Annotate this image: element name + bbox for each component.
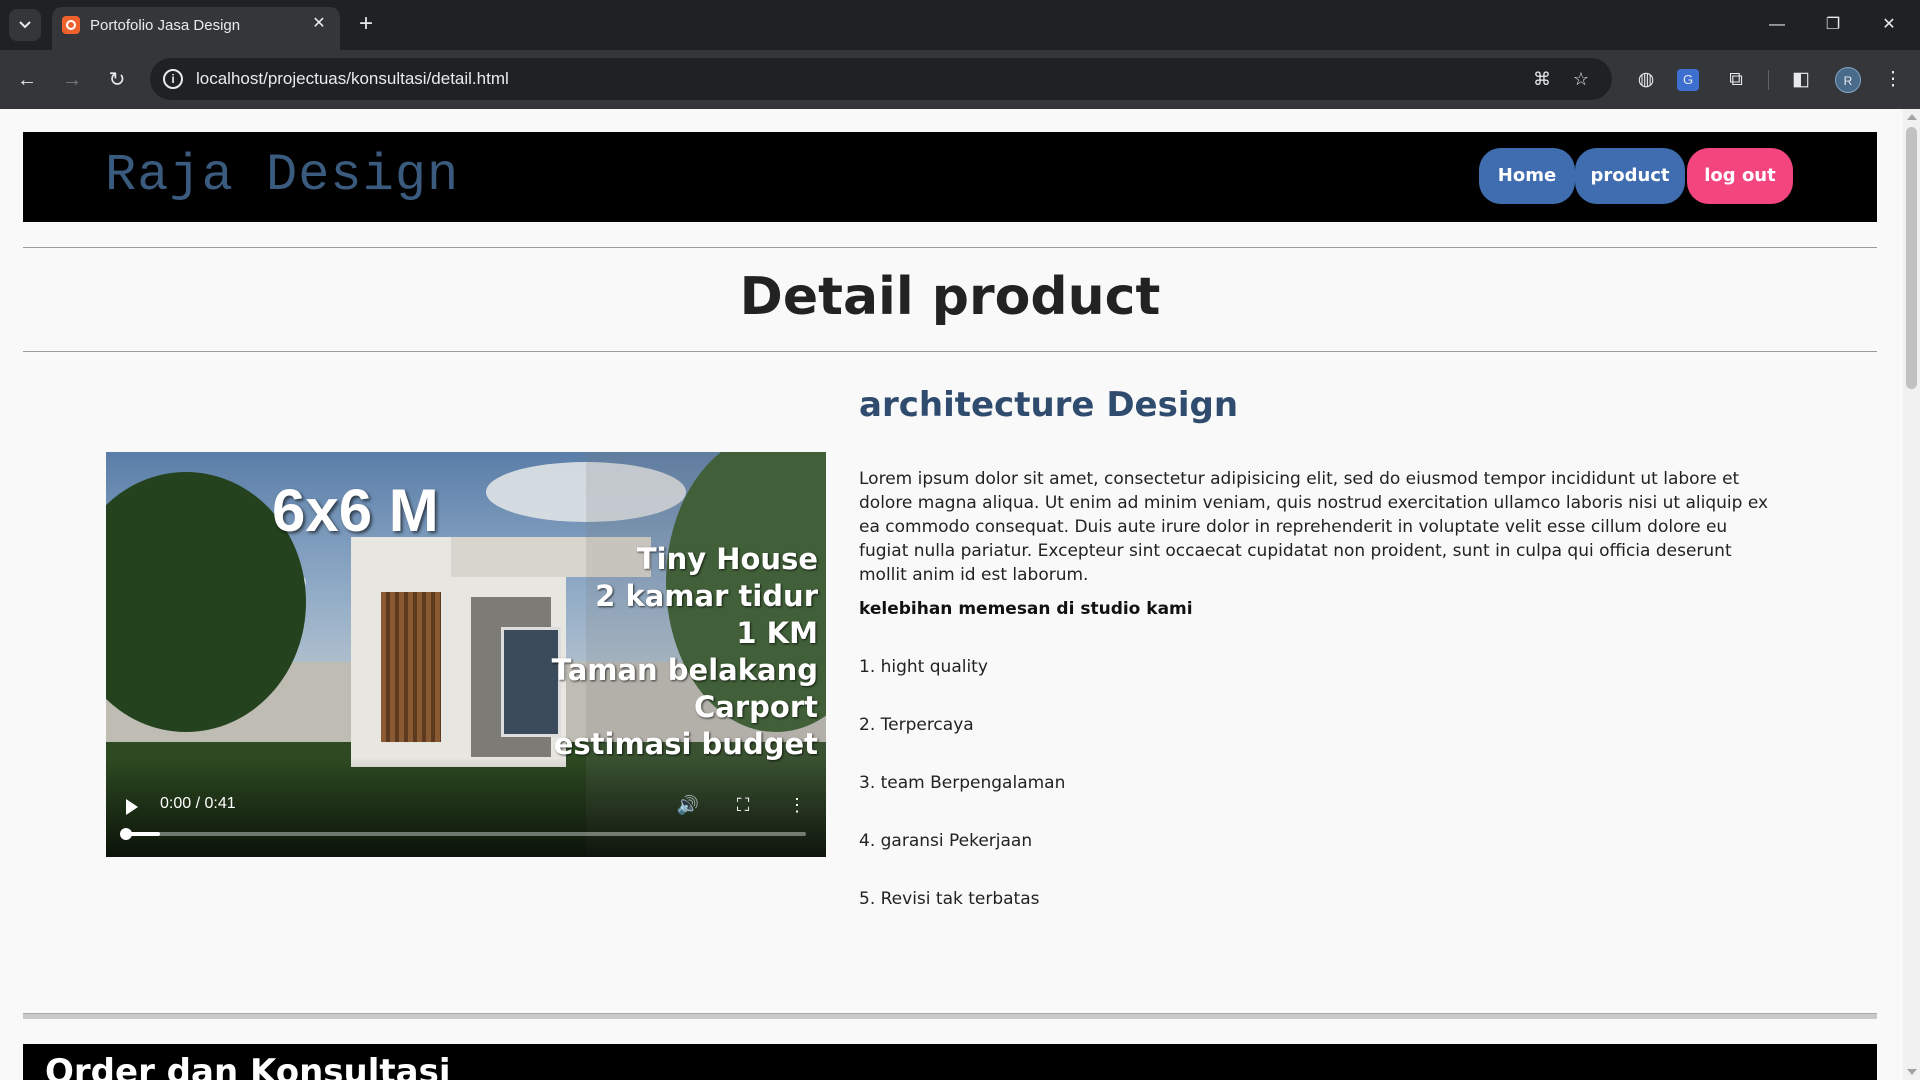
play-icon[interactable] [126,799,138,815]
scrollbar-thumb[interactable] [1906,127,1917,389]
video-feature-line: Taman belakang [551,653,818,687]
nav-logout-button[interactable]: log out [1687,148,1793,204]
page-scrollbar[interactable] [1903,109,1920,1080]
toolbar-divider [1768,70,1769,90]
back-arrow-icon[interactable]: ← [10,63,44,97]
fullscreen-icon[interactable]: ⛶ [731,793,755,817]
new-tab-button[interactable]: + [352,11,380,39]
scroll-up-arrow-icon[interactable] [1907,114,1917,120]
forward-arrow-icon[interactable]: → [55,63,89,97]
close-window-icon[interactable]: ✕ [1866,10,1912,40]
restore-icon[interactable]: ❐ [1810,10,1856,40]
url-text[interactable]: localhost/projectuas/konsultasi/detail.h… [196,69,509,89]
translate-icon[interactable]: ⌘ [1530,67,1554,91]
advantage-item: 3. team Berpengalaman [859,773,1066,793]
video-scrubber-handle[interactable] [120,828,132,840]
google-translate-extension-icon[interactable]: G [1677,69,1699,91]
divider [23,351,1877,352]
extensions-puzzle-icon[interactable]: ⧉ [1722,66,1750,94]
site-info-icon[interactable]: i [163,69,183,89]
tab-search-button[interactable] [9,9,41,41]
video-more-icon[interactable]: ⋮ [785,793,809,817]
browser-tab[interactable]: Portofolio Jasa Design ✕ [52,7,340,50]
site-brand[interactable]: Raja Design [105,146,459,205]
divider [23,1013,1877,1019]
address-bar[interactable]: i localhost/projectuas/konsultasi/detail… [150,58,1612,100]
video-feature-line: Carport [693,690,818,724]
advantage-item: 5. Revisi tak terbatas [859,889,1040,909]
reload-icon[interactable]: ↻ [100,63,134,97]
globe-icon[interactable]: ◍ [1632,66,1660,94]
browser-tab-bar: Portofolio Jasa Design ✕ + — ❐ ✕ [0,0,1920,50]
tab-title: Portofolio Jasa Design [90,17,241,34]
volume-icon[interactable]: 🔊 [676,793,700,817]
minimize-icon[interactable]: — [1754,10,1800,40]
video-time: 0:00 / 0:41 [160,795,236,812]
video-progress-bar[interactable] [126,832,806,836]
order-section-header: Order dan Konsultasi [23,1044,1877,1080]
profile-avatar[interactable]: R [1835,67,1861,93]
bookmark-star-icon[interactable]: ☆ [1569,67,1593,91]
advantage-item: 2. Terpercaya [859,715,974,735]
video-feature-line: estimasi budget [553,727,818,761]
nav-home-button[interactable]: Home [1479,148,1575,204]
page-viewport: Raja Design Home product log out Detail … [0,109,1920,1080]
scroll-down-arrow-icon[interactable] [1907,1069,1917,1075]
browser-toolbar: ← → ↻ i localhost/projectuas/konsultasi/… [0,50,1920,109]
video-feature-line: Tiny House [636,542,818,576]
site-header: Raja Design Home product log out [23,132,1877,222]
page-title: Detail product [739,267,1161,327]
advantages-title: kelebihan memesan di studio kami [859,599,1193,619]
advantage-item: 4. garansi Pekerjaan [859,831,1033,851]
more-menu-icon[interactable]: ⋮ [1879,66,1907,94]
product-description: Lorem ipsum dolor sit amet, consectetur … [859,469,1769,585]
xampp-favicon-icon [62,16,80,34]
nav-product-button[interactable]: product [1575,148,1685,204]
video-scene-wood-slats [381,592,441,742]
video-feature-line: 1 KM [736,616,818,650]
video-size-label: 6x6 M [272,477,439,544]
order-title: Order dan Konsultasi [45,1052,451,1080]
side-panel-icon[interactable]: ◧ [1787,66,1815,94]
divider [23,247,1877,248]
product-heading: architecture Design [859,385,1239,425]
close-tab-icon[interactable]: ✕ [308,13,330,35]
chevron-down-icon [19,21,31,29]
product-video-player[interactable]: 6x6 M Tiny House 2 kamar tidur 1 KM Tama… [106,452,826,857]
video-feature-line: 2 kamar tidur [595,579,818,613]
advantage-item: 1. hight quality [859,657,988,677]
